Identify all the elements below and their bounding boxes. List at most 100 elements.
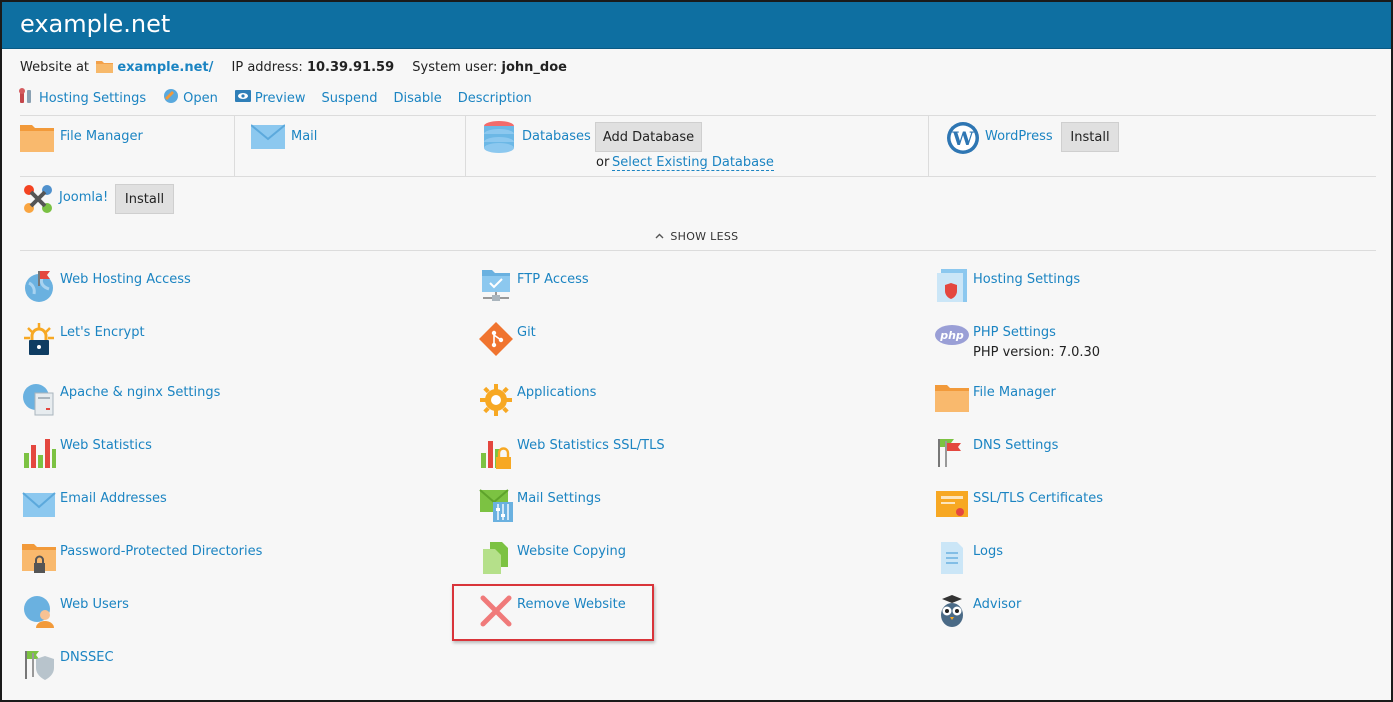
hosting-settings-label: Hosting Settings <box>973 272 1081 287</box>
select-existing-database-link[interactable]: Select Existing Database <box>612 155 774 171</box>
tool-logs[interactable]: Logs <box>935 541 1003 575</box>
web-statistics-ssl-tls-label: Web Statistics SSL/TLS <box>517 438 665 453</box>
git-icon <box>479 322 513 356</box>
suspend-link[interactable]: Suspend <box>322 88 378 108</box>
tool-web-hosting-access[interactable]: Web Hosting Access <box>22 269 191 303</box>
php-version: PHP version: 7.0.30 <box>973 345 1101 360</box>
folder-icon <box>96 59 114 77</box>
disable-link[interactable]: Disable <box>394 88 442 108</box>
hosting-settings-link[interactable]: Hosting Settings <box>18 88 146 108</box>
description-link[interactable]: Description <box>458 88 532 108</box>
preview-icon <box>234 88 255 108</box>
hosting-settings-label: Hosting Settings <box>39 90 147 106</box>
divider <box>20 115 1376 116</box>
tool-lets-encrypt[interactable]: Let's Encrypt <box>22 322 145 356</box>
ftp-folder-icon <box>479 269 513 303</box>
tool-dns-settings[interactable]: DNS Settings <box>935 435 1058 469</box>
tool-password-protected-directories[interactable]: Password-Protected Directories <box>22 541 262 575</box>
divider <box>20 250 1376 251</box>
tool-php-settings[interactable]: php PHP Settings PHP version: 7.0.30 <box>935 322 1100 360</box>
website-actions: Hosting Settings Open Preview Suspend Di… <box>18 88 548 108</box>
tool-file-manager[interactable]: File Manager <box>935 382 1056 416</box>
file-manager-folder-icon[interactable] <box>20 122 54 156</box>
owl-advisor-icon <box>935 594 969 628</box>
page-header: example.net <box>2 2 1391 49</box>
joomla-install-button[interactable]: Install <box>115 184 174 214</box>
mail-settings-icon <box>479 488 513 522</box>
globe-flag-icon <box>22 269 56 303</box>
tool-ftp-access[interactable]: FTP Access <box>479 269 589 303</box>
wordpress-icon[interactable]: W <box>946 121 980 159</box>
hosting-settings-icon <box>935 269 969 303</box>
applications-label: Applications <box>517 385 597 400</box>
tool-web-statistics-ssl-tls[interactable]: Web Statistics SSL/TLS <box>479 435 665 469</box>
apache-nginx-server-icon <box>22 382 56 416</box>
tool-ssl-tls-certificates[interactable]: SSL/TLS Certificates <box>935 488 1103 522</box>
divider <box>234 115 235 176</box>
website-info: Website at example.net/ IP address: 10.3… <box>20 59 567 77</box>
add-database-button[interactable]: Add Database <box>595 122 702 152</box>
certificate-icon <box>935 488 969 522</box>
wordpress-install-button[interactable]: Install <box>1061 122 1119 152</box>
locked-folder-icon <box>22 541 56 575</box>
gear-icon <box>479 382 513 416</box>
folder-icon <box>935 382 969 416</box>
tools-icon <box>18 88 39 108</box>
system-user-value: john_doe <box>501 60 567 75</box>
ftp-access-label: FTP Access <box>517 272 589 287</box>
databases-link[interactable]: Databases <box>522 129 591 144</box>
apache-nginx-settings-label: Apache & nginx Settings <box>60 385 221 400</box>
joomla-icon[interactable] <box>21 183 55 219</box>
show-less-label: SHOW LESS <box>670 230 739 243</box>
mail-envelope-icon[interactable] <box>250 123 286 155</box>
web-hosting-access-label: Web Hosting Access <box>60 272 191 287</box>
website-copying-label: Website Copying <box>517 544 627 559</box>
divider <box>20 176 1376 177</box>
advisor-label: Advisor <box>973 597 1022 612</box>
tool-git[interactable]: Git <box>479 322 536 356</box>
tool-applications[interactable]: Applications <box>479 382 596 416</box>
mail-link[interactable]: Mail <box>291 129 317 144</box>
website-link[interactable]: example.net/ <box>117 60 213 75</box>
tool-website-copying[interactable]: Website Copying <box>479 541 626 575</box>
tool-web-users[interactable]: Web Users <box>22 594 129 628</box>
php-settings-label: PHP Settings <box>973 325 1056 340</box>
joomla-link[interactable]: Joomla! <box>59 190 108 205</box>
database-icon[interactable] <box>483 120 515 158</box>
preview-link[interactable]: Preview <box>234 88 306 108</box>
dns-flags-icon <box>935 435 969 469</box>
bar-chart-lock-icon <box>479 435 513 469</box>
web-users-label: Web Users <box>60 597 129 612</box>
show-less-toggle[interactable]: SHOW LESS <box>2 229 1391 243</box>
envelope-icon <box>22 488 56 522</box>
tool-hosting-settings[interactable]: Hosting Settings <box>935 269 1080 303</box>
tool-mail-settings[interactable]: Mail Settings <box>479 488 601 522</box>
system-user-label: System user: <box>412 60 498 75</box>
divider <box>928 115 929 176</box>
file-manager-link[interactable]: File Manager <box>60 129 143 144</box>
tool-web-statistics[interactable]: Web Statistics <box>22 435 152 469</box>
open-link[interactable]: Open <box>162 88 218 108</box>
tool-email-addresses[interactable]: Email Addresses <box>22 488 167 522</box>
page-frame: example.net Website at example.net/ IP a… <box>0 0 1393 702</box>
file-manager-label: File Manager <box>973 385 1056 400</box>
svg-text:php: php <box>939 329 964 342</box>
web-users-icon <box>22 594 56 628</box>
wordpress-link[interactable]: WordPress <box>985 129 1053 144</box>
tool-advisor[interactable]: Advisor <box>935 594 1021 628</box>
tool-dnssec[interactable]: DNSSEC <box>22 647 114 681</box>
remove-website-highlight <box>452 584 654 641</box>
chevron-up-icon <box>655 229 664 242</box>
open-label: Open <box>183 90 218 106</box>
lets-encrypt-lock-icon <box>22 322 56 356</box>
copy-pages-icon <box>479 541 513 575</box>
tool-apache-nginx-settings[interactable]: Apache & nginx Settings <box>22 382 220 416</box>
or-text: or <box>596 155 610 170</box>
password-protected-directories-label: Password-Protected Directories <box>60 544 263 559</box>
ip-label: IP address: <box>231 60 303 75</box>
dnssec-shield-icon <box>22 647 56 681</box>
dnssec-label: DNSSEC <box>60 650 114 665</box>
page-title: example.net <box>20 10 171 38</box>
dns-settings-label: DNS Settings <box>973 438 1059 453</box>
mail-settings-label: Mail Settings <box>517 491 601 506</box>
